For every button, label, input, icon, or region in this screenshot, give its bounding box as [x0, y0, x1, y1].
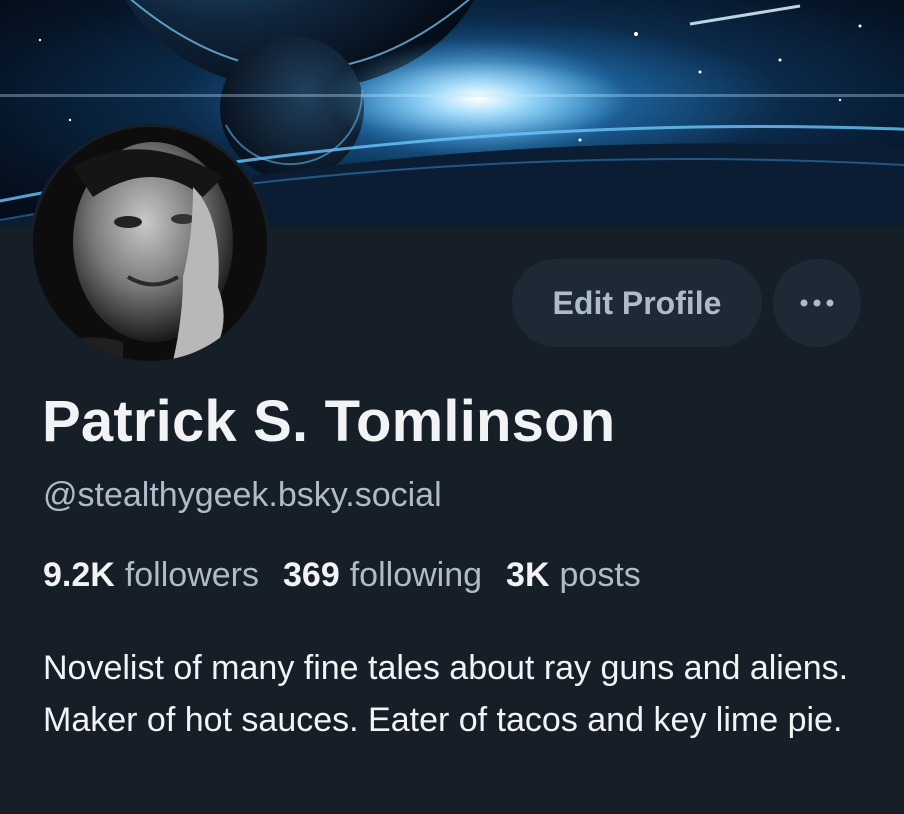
profile-bio: Novelist of many fine tales about ray gu…	[43, 649, 849, 739]
display-name: Patrick S. Tomlinson	[42, 389, 616, 454]
following-stat[interactable]: 369 following	[283, 556, 482, 595]
ellipsis-icon	[800, 299, 834, 307]
followers-stat[interactable]: 9.2K followers	[43, 556, 259, 595]
following-count: 369	[283, 556, 340, 594]
following-label: following	[349, 556, 483, 594]
avatar[interactable]	[30, 124, 270, 364]
followers-count: 9.2K	[43, 556, 115, 594]
posts-label: posts	[559, 556, 641, 594]
followers-label: followers	[124, 556, 259, 594]
edit-profile-button[interactable]: Edit Profile	[512, 259, 762, 347]
profile-stats: 9.2K followers 369 following 3K posts	[43, 556, 665, 595]
posts-stat: 3K posts	[506, 556, 641, 595]
more-options-button[interactable]	[773, 259, 861, 347]
posts-count: 3K	[506, 556, 550, 594]
profile-handle[interactable]: @stealthygeek.bsky.social	[43, 476, 442, 515]
avatar-photo	[33, 127, 267, 361]
